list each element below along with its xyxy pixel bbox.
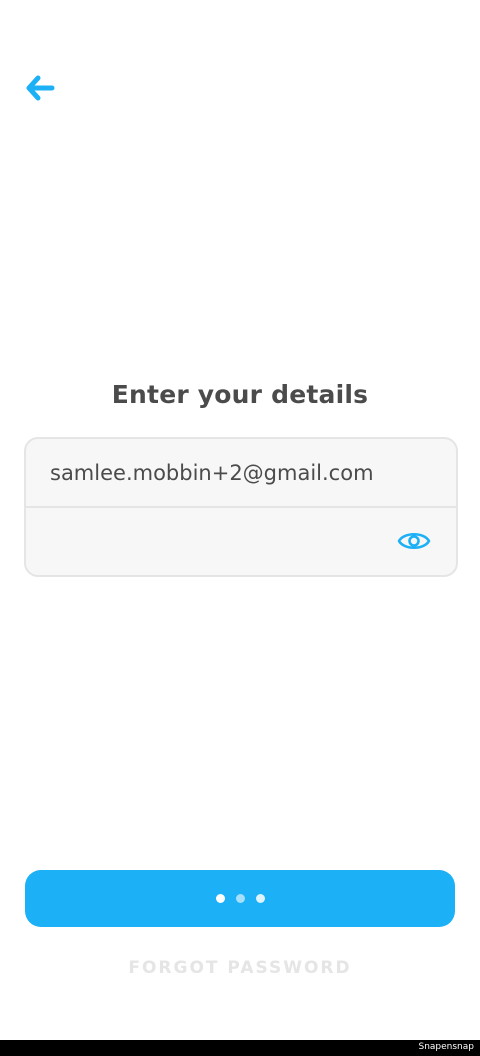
watermark: Snapensnap — [418, 1042, 474, 1052]
show-password-button[interactable] — [396, 526, 432, 556]
login-form: samlee.mobbin+2@gmail.com — [24, 437, 458, 577]
arrow-left-icon — [26, 75, 55, 101]
loading-dot — [215, 894, 225, 903]
bottom-bar: Snapensnap — [0, 1040, 480, 1056]
password-field[interactable] — [26, 508, 456, 575]
email-value: samlee.mobbin+2@gmail.com — [50, 460, 374, 485]
email-field[interactable]: samlee.mobbin+2@gmail.com — [26, 439, 456, 506]
loading-dot — [255, 894, 265, 903]
forgot-password-link[interactable]: FORGOT PASSWORD — [0, 958, 480, 978]
loading-dot — [235, 894, 245, 903]
eye-icon — [397, 532, 431, 550]
back-button[interactable] — [20, 70, 60, 106]
sign-in-button[interactable] — [25, 870, 455, 927]
page-title: Enter your details — [111, 380, 369, 409]
